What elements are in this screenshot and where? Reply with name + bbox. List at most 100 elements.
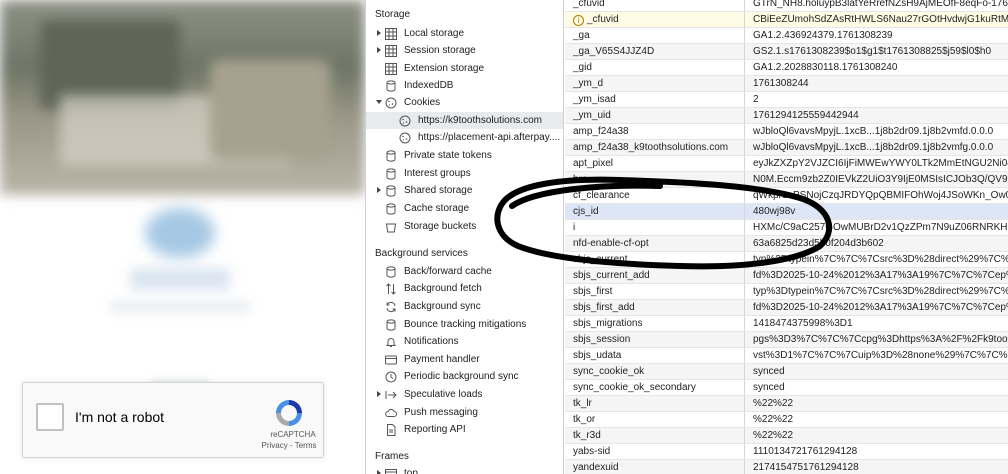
cookie-row[interactable]: _ym_isad 2	[565, 92, 1008, 108]
sidebar-item-indexeddb[interactable]: IndexedDB	[366, 77, 563, 94]
cookie-name: bm	[573, 174, 587, 185]
cookie-name-cell: _gid	[565, 60, 745, 75]
bell-icon	[384, 335, 398, 349]
cookie-name-cell: sbjs_current_add	[565, 268, 745, 283]
cookie-name-cell: sbjs_first	[565, 284, 745, 299]
sidebar-item-https-placement-api-afterpay[interactable]: https://placement-api.afterpay....	[366, 129, 563, 146]
cookie-row[interactable]: yandexuid 2174154751761294128	[565, 460, 1008, 474]
sidebar-item-push-messaging[interactable]: Push messaging	[366, 404, 563, 421]
triangle-right-icon[interactable]	[374, 186, 384, 196]
sidebar-item-background-fetch[interactable]: Background fetch	[366, 280, 563, 297]
cookie-row[interactable]: apt_pixel eyJkZXZpY2VJZCI6IjFiMWEwYWY0LTk…	[565, 156, 1008, 172]
recaptcha-checkbox[interactable]	[36, 403, 64, 431]
cookie-row[interactable]: sbjs_current_add fd%3D2025-10-24%2012%3A1…	[565, 268, 1008, 284]
cookie-row[interactable]: tk_lr %22%22	[565, 396, 1008, 412]
cookie-row[interactable]: sync_cookie_ok_secondary synced	[565, 380, 1008, 396]
cloud-icon	[384, 406, 398, 420]
cookie-name: yabs-sid	[573, 446, 611, 457]
cookie-row[interactable]: sync_cookie_ok synced	[565, 364, 1008, 380]
cookie-value-cell: wJbloQl6vavsMpyjL.1xcB...1j8b2dr09.1j8b2…	[753, 142, 994, 153]
cookie-row[interactable]: _ga_V65S4JJZ4D GS2.1.s1761308239$o1$g1$t1…	[565, 44, 1008, 60]
sidebar-item-shared-storage[interactable]: Shared storage	[366, 182, 563, 199]
cookie-name: sbjs_current_add	[573, 270, 650, 281]
sidebar-item-session-storage[interactable]: Session storage	[366, 42, 563, 59]
cookie-row[interactable]: _ym_uid 1761294125559442944	[565, 108, 1008, 124]
cookie-row[interactable]: _ga GA1.2.436924379.1761308239	[565, 28, 1008, 44]
cookie-value-cell: 1110134721761294128	[753, 446, 858, 457]
cookie-name: nfd-enable-cf-opt	[573, 238, 649, 249]
cookie-value-cell: GS2.1.s1761308239$o1$g1$t1761308825$j59$…	[753, 46, 992, 57]
table-icon	[384, 44, 398, 58]
cookie-name-cell: _ga_V65S4JJZ4D	[565, 44, 745, 59]
cookie-name: _cfuvid	[573, 0, 605, 9]
devtools-panel: Storage Local storage Session storage Exten…	[365, 0, 1008, 474]
sidebar-item-cookies[interactable]: Cookies	[366, 94, 563, 111]
cookie-name: tk_r3d	[573, 430, 601, 441]
cookie-name-cell: amp_f24a38_k9toothsolutions.com	[565, 140, 745, 155]
cookie-name: yandexuid	[573, 462, 619, 473]
cookie-name: i	[573, 222, 576, 233]
sidebar-item-label: Reporting API	[404, 424, 466, 435]
cookie-row[interactable]: sbjs_current typ%3Dtypein%7C%7C%7Csrc%3D%…	[565, 252, 1008, 268]
sidebar-item-https-k9toothsolutions-com[interactable]: https://k9toothsolutions.com	[366, 112, 563, 129]
sidebar-item-label: Private state tokens	[404, 150, 492, 161]
sidebar-item-background-sync[interactable]: Background sync	[366, 298, 563, 315]
triangle-right-icon[interactable]	[374, 469, 384, 474]
recaptcha-links[interactable]: Privacy - Terms	[257, 441, 321, 450]
cookie-row[interactable]: nfd-enable-cf-opt 63a6825d23d5b0f204d3b60…	[565, 236, 1008, 252]
cookie-name-cell: tk_lr	[565, 396, 745, 411]
cookie-row[interactable]: i _cfuvid CBiEeZUmohSdZAsRtHWLS6Nau27rGOtH…	[565, 12, 1008, 28]
cookie-row[interactable]: cf_clearance qWkpr1ePSNojCzqJRDYQpQBMIFOh…	[565, 188, 1008, 204]
sidebar-item-private-state-tokens[interactable]: Private state tokens	[366, 147, 563, 164]
cookie-row[interactable]: i HXMc/C9aC257GOwMUBrD2v1QzZPm7N9uZ06RNRK…	[565, 220, 1008, 236]
cookie-row[interactable]: yabs-sid 1110134721761294128	[565, 444, 1008, 460]
cookies-table: _cfuvid GTrN_NH8.holuypB3latYeRrefNZsH9Aj…	[565, 0, 1008, 474]
sidebar-item-reporting-api[interactable]: Reporting API	[366, 421, 563, 438]
application-sidebar: Storage Local storage Session storage Exten…	[366, 0, 564, 474]
cookie-name: sbjs_first	[573, 286, 613, 297]
sidebar-item-label: Push messaging	[404, 407, 478, 418]
cookie-row[interactable]: sbjs_udata vst%3D1%7C%7C%7Cuip%3D%28none%…	[565, 348, 1008, 364]
sidebar-item-local-storage[interactable]: Local storage	[366, 25, 563, 42]
sidebar-item-interest-groups[interactable]: Interest groups	[366, 165, 563, 182]
cookie-row[interactable]: _cfuvid GTrN_NH8.holuypB3latYeRrefNZsH9Aj…	[565, 0, 1008, 12]
sidebar-item-extension-storage[interactable]: Extension storage	[366, 60, 563, 77]
triangle-right-icon[interactable]	[374, 390, 384, 400]
recaptcha-logo-icon	[276, 400, 302, 426]
sidebar-item-back-forward-cache[interactable]: Back/forward cache	[366, 263, 563, 280]
cookie-value-cell: GA1.2.2028830118.1761308240	[753, 62, 898, 73]
cookie-value-cell: fd%3D2025-10-24%2012%3A17%3A19%7C%7C%7Ce…	[753, 302, 1008, 313]
cookie-name-cell: _ym_d	[565, 76, 745, 91]
triangle-right-icon[interactable]	[374, 46, 384, 56]
sidebar-item-label: Periodic background sync	[404, 371, 519, 382]
sidebar-item-payment-handler[interactable]: Payment handler	[366, 351, 563, 368]
cookie-row[interactable]: sbjs_migrations 1418474375998%3D1	[565, 316, 1008, 332]
sidebar-item-frame-top[interactable]: top	[366, 465, 563, 474]
cookie-row[interactable]: sbjs_first_add fd%3D2025-10-24%2012%3A17%…	[565, 300, 1008, 316]
cookie-row[interactable]: amp_f24a38_k9toothsolutions.com wJbloQl6v…	[565, 140, 1008, 156]
sidebar-item-notifications[interactable]: Notifications	[366, 333, 563, 350]
triangle-down-icon[interactable]	[374, 98, 384, 108]
cookie-name-cell: cf_clearance	[565, 188, 745, 203]
cookie-row[interactable]: sbjs_first typ%3Dtypein%7C%7C%7Csrc%3D%28…	[565, 284, 1008, 300]
sidebar-item-cache-storage[interactable]: Cache storage	[366, 200, 563, 217]
cookie-row[interactable]: bm N0M.Eccm9zb2Z0IEVkZ2UiO3Y9IjE0MSIsICJO…	[565, 172, 1008, 188]
cookie-row[interactable]: cjs_id 480wj98v	[565, 204, 1008, 220]
sidebar-item-speculative-loads[interactable]: Speculative loads	[366, 386, 563, 403]
cookie-row[interactable]: _ym_d 1761308244	[565, 76, 1008, 92]
sidebar-item-storage-buckets[interactable]: Storage buckets	[366, 218, 563, 235]
triangle-right-icon[interactable]	[374, 29, 384, 39]
cookie-row[interactable]: tk_or %22%22	[565, 412, 1008, 428]
cookie-row[interactable]: sbjs_session pgs%3D3%7C%7C%7Ccpg%3Dhttps%…	[565, 332, 1008, 348]
cookie-row[interactable]: _gid GA1.2.2028830118.1761308240	[565, 60, 1008, 76]
cookie-value-cell: synced	[753, 366, 785, 377]
sidebar-item-periodic-background-sync[interactable]: Periodic background sync	[366, 368, 563, 385]
cookie-name: sbjs_migrations	[573, 318, 643, 329]
cookie-name-cell: _ga	[565, 28, 745, 43]
sidebar-item-label: Cache storage	[404, 203, 470, 214]
sidebar-item-bounce-tracking-mitigations[interactable]: Bounce tracking mitigations	[366, 316, 563, 333]
cookie-row[interactable]: amp_f24a38 wJbloQl6vavsMpyjL.1xcB...1j8b2…	[565, 124, 1008, 140]
cookie-row[interactable]: tk_r3d %22%22	[565, 428, 1008, 444]
cookie-value-cell: 2	[753, 94, 759, 105]
clock-icon	[384, 370, 398, 384]
